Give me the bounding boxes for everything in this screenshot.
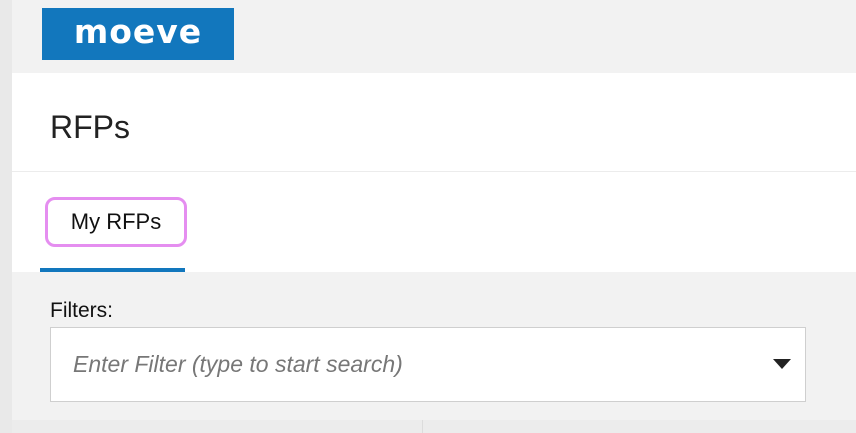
tab-my-rfps[interactable]: My RFPs xyxy=(45,197,187,247)
bottom-strip xyxy=(12,420,856,433)
tabs-bar: My RFPs xyxy=(12,172,856,272)
left-edge xyxy=(0,0,12,433)
filter-search-input[interactable] xyxy=(51,328,751,401)
title-area: RFPs xyxy=(12,73,856,172)
filter-combobox[interactable] xyxy=(50,327,806,402)
page-title: RFPs xyxy=(50,109,130,145)
logo-text: moeve xyxy=(73,11,203,51)
moeve-logo[interactable]: moeve xyxy=(42,8,234,60)
filters-label: Filters: xyxy=(50,299,113,322)
app-frame: moeve RFPs My RFPs Filters: xyxy=(0,0,856,433)
top-bar: moeve xyxy=(12,0,856,73)
filters-section: Filters: xyxy=(12,272,856,433)
column-divider xyxy=(422,420,423,433)
caret-down-icon[interactable] xyxy=(773,359,791,369)
tab-my-rfps-label: My RFPs xyxy=(70,209,162,234)
